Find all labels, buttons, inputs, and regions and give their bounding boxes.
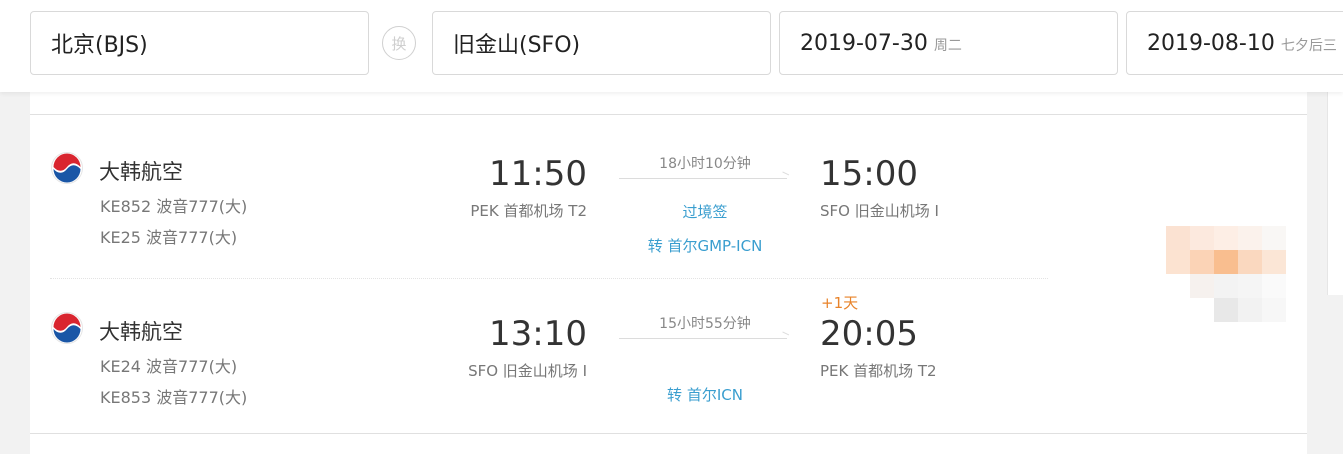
departure-airport: PEK 首都机场 T2 xyxy=(470,202,587,220)
swap-icon: 换 xyxy=(391,34,407,53)
arrival-time: 20:05 xyxy=(820,314,918,354)
arrival-time: 15:00 xyxy=(820,154,918,194)
departure-city-field[interactable]: 北京(BJS) xyxy=(30,11,369,75)
flight-result-card[interactable]: 大韩航空 KE852 波音777(大) KE25 波音777(大) 11:50 … xyxy=(30,92,1307,454)
flight-leg-return: 大韩航空 KE24 波音777(大) KE853 波音777(大) 13:10 … xyxy=(30,252,1307,412)
price-blurred-image xyxy=(1166,226,1290,324)
return-date-value: 2019-08-10 xyxy=(1147,30,1275,56)
next-day-badge: +1天 xyxy=(821,294,859,312)
arrival-city-field[interactable]: 旧金山(SFO) xyxy=(432,11,771,75)
flight-number: KE24 波音777(大) xyxy=(100,357,238,376)
flight-number: KE852 波音777(大) xyxy=(100,197,248,216)
departure-time: 11:50 xyxy=(489,154,587,194)
divider xyxy=(30,433,1307,434)
route-line xyxy=(619,338,787,339)
arrival-airport: SFO 旧金山机场 I xyxy=(820,202,939,220)
korean-air-logo-icon xyxy=(51,152,83,184)
return-weekday: 七夕后三 xyxy=(1280,38,1337,54)
departure-airport: SFO 旧金山机场 I xyxy=(468,362,587,380)
korean-air-logo-icon xyxy=(51,312,83,344)
departure-city-value: 北京(BJS) xyxy=(51,33,148,58)
flight-number: KE25 波音777(大) xyxy=(100,228,238,247)
flight-duration: 18小时10分钟 xyxy=(659,156,751,172)
arrival-city-value: 旧金山(SFO) xyxy=(453,33,581,58)
departure-date-value: 2019-07-30 xyxy=(800,30,928,56)
flight-number: KE853 波音777(大) xyxy=(100,388,248,407)
airline-name: 大韩航空 xyxy=(99,160,183,184)
search-bar: 北京(BJS) 换 旧金山(SFO) 2019-07-30 周二 2019-08… xyxy=(0,0,1343,92)
scrollbar-thumb[interactable] xyxy=(1327,92,1343,295)
departure-time: 13:10 xyxy=(489,314,587,354)
return-date-field[interactable]: 2019-08-10 七夕后三 xyxy=(1126,11,1343,75)
route-line xyxy=(619,178,787,179)
departure-weekday: 周二 xyxy=(933,38,962,54)
visa-note-link[interactable]: 过境签 xyxy=(620,201,790,222)
transfer-note-link[interactable]: 转 首尔ICN xyxy=(620,384,790,405)
airline-name: 大韩航空 xyxy=(99,320,183,344)
swap-cities-button[interactable]: 换 xyxy=(382,26,416,60)
flight-duration: 15小时55分钟 xyxy=(659,316,751,332)
departure-date-field[interactable]: 2019-07-30 周二 xyxy=(779,11,1118,75)
arrival-airport: PEK 首都机场 T2 xyxy=(820,362,937,380)
flight-leg-outbound: 大韩航空 KE852 波音777(大) KE25 波音777(大) 11:50 … xyxy=(30,92,1307,255)
